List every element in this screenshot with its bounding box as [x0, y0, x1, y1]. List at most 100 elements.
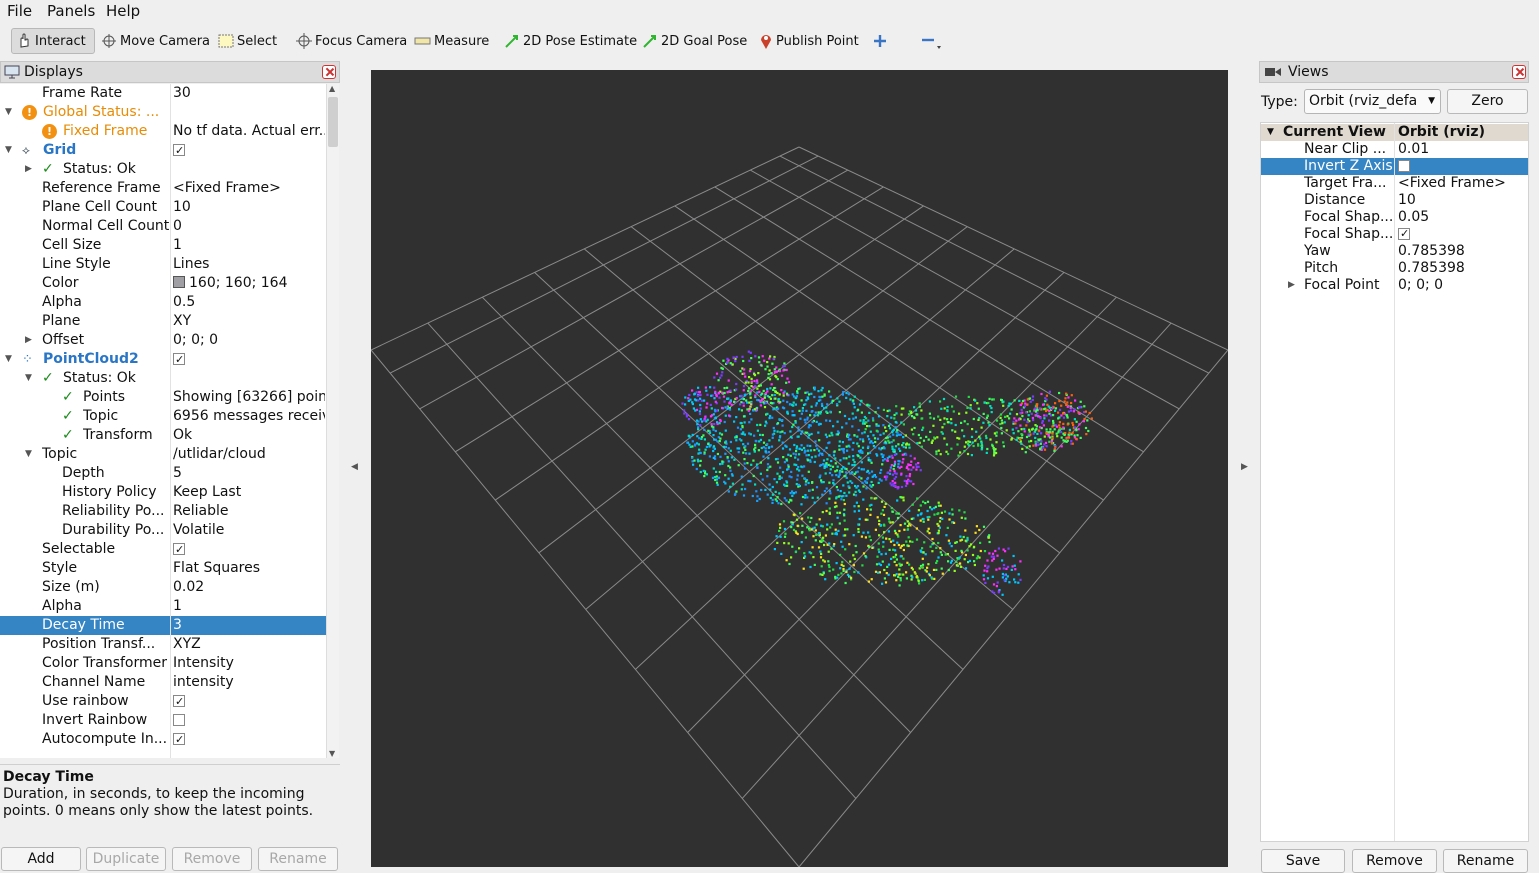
scroll-thumb[interactable] [328, 97, 338, 147]
displays-scrollbar[interactable]: ▲ ▼ [326, 84, 339, 758]
cloud-point [809, 460, 812, 463]
tree-row[interactable]: Plane Cell Count 10 [0, 198, 326, 217]
tree-row[interactable]: Yaw 0.785398 [1261, 243, 1528, 260]
tree-row[interactable]: Durability Po... Volatile [0, 521, 326, 540]
tree-row[interactable]: Size (m) 0.02 [0, 578, 326, 597]
selectable-checkbox[interactable] [173, 540, 185, 559]
menu-file[interactable]: File [7, 2, 32, 20]
save-view-button[interactable]: Save [1261, 849, 1345, 873]
tree-row[interactable]: Color 160; 160; 164 [0, 274, 326, 293]
right-splitter-handle[interactable]: ▶ [1241, 462, 1248, 472]
tree-row[interactable]: Style Flat Squares [0, 559, 326, 578]
expand-arrow-icon[interactable]: ▼ [25, 445, 32, 464]
add-button[interactable]: Add [1, 847, 81, 871]
tree-row[interactable]: Distance 10 [1261, 192, 1528, 209]
add-tool-button[interactable] [869, 28, 894, 54]
expand-arrow-icon[interactable]: ▼ [5, 103, 12, 122]
tree-row[interactable]: Depth 5 [0, 464, 326, 483]
focal-shape-checkbox[interactable] [1398, 226, 1410, 242]
tree-row-header[interactable]: ▼ Current View Orbit (rviz) [1261, 124, 1528, 141]
tree-row[interactable]: History Policy Keep Last [0, 483, 326, 502]
tree-row[interactable]: Position Transf... XYZ [0, 635, 326, 654]
autocompute-checkbox[interactable] [173, 730, 185, 749]
pointcloud-enabled-checkbox[interactable] [173, 350, 185, 369]
tree-row[interactable]: ✓Topic6956 messages receiv... [0, 407, 326, 426]
publish-point-tool-button[interactable]: Publish Point [755, 28, 863, 54]
tree-row-selected[interactable]: Decay Time 3 [0, 616, 326, 635]
color-swatch[interactable] [173, 276, 185, 288]
tree-row[interactable]: ▶ Focal Point 0; 0; 0 [1261, 277, 1528, 294]
tree-row[interactable]: Channel Name intensity [0, 673, 326, 692]
left-splitter-handle[interactable]: ◀ [351, 462, 358, 472]
tree-row[interactable]: Plane XY [0, 312, 326, 331]
tree-row[interactable]: Focal Shap... 0.05 [1261, 209, 1528, 226]
scroll-up-icon[interactable]: ▲ [329, 84, 335, 93]
tree-row-selected[interactable]: Invert Z Axis [1261, 158, 1528, 175]
tree-row[interactable]: Pitch 0.785398 [1261, 260, 1528, 277]
tree-row[interactable]: Autocompute In... [0, 730, 326, 749]
close-icon[interactable] [1512, 65, 1526, 79]
tree-row[interactable]: Use rainbow [0, 692, 326, 711]
expand-arrow-icon[interactable]: ▶ [1288, 277, 1295, 294]
remove-display-button[interactable]: Remove [172, 847, 252, 871]
tree-row[interactable]: ! Fixed Frame No tf data. Actual err... [0, 122, 326, 141]
menu-panels[interactable]: Panels [47, 2, 95, 20]
tree-row[interactable]: Alpha 1 [0, 597, 326, 616]
expand-arrow-icon[interactable]: ▼ [5, 350, 12, 369]
tree-row[interactable]: Frame Rate 30 [0, 84, 326, 103]
invert-z-checkbox[interactable] [1398, 160, 1410, 172]
rename-display-button[interactable]: Rename [258, 847, 338, 871]
rename-view-button[interactable]: Rename [1443, 849, 1528, 873]
tree-row[interactable]: ▶ ✓ Status: Ok [0, 160, 326, 179]
zero-button[interactable]: Zero [1447, 89, 1528, 114]
cloud-point [795, 450, 798, 453]
tree-row[interactable]: ✓ Points Showing [63266] poin... [0, 388, 326, 407]
tree-row[interactable]: Near Clip ... 0.01 [1261, 141, 1528, 158]
duplicate-button[interactable]: Duplicate [86, 847, 166, 871]
view-type-select[interactable]: Orbit (rviz_default▼ [1304, 89, 1441, 114]
expand-arrow-icon[interactable]: ▶ [25, 331, 32, 350]
tree-row[interactable]: Invert Rainbow [0, 711, 326, 730]
pose-estimate-tool-button[interactable]: 2D Pose Estimate [500, 28, 641, 54]
use-rainbow-checkbox[interactable] [173, 692, 185, 711]
tree-row[interactable]: Line Style Lines [0, 255, 326, 274]
move-camera-tool-button[interactable]: Move Camera [97, 28, 214, 54]
3d-viewport[interactable] [371, 70, 1228, 867]
tree-row[interactable]: Reliability Po... Reliable [0, 502, 326, 521]
tree-row[interactable]: ▼ Topic/utlidar/cloud [0, 445, 326, 464]
tree-row[interactable]: ✓ Transform Ok [0, 426, 326, 445]
goal-pose-tool-button[interactable]: 2D Goal Pose [638, 28, 751, 54]
expand-arrow-icon[interactable]: ▶ [25, 160, 32, 179]
tree-row[interactable]: Selectable [0, 540, 326, 559]
tree-row[interactable]: ▼ ⟡ Grid [0, 141, 326, 160]
tree-row[interactable]: ▼ ⁘ PointCloud2 [0, 350, 326, 369]
tree-row[interactable]: ▼! Global Status: ... [0, 103, 326, 122]
displays-tree[interactable]: Frame Rate 30 ▼! Global Status: ... ! Fixed… [0, 84, 326, 758]
invert-rainbow-checkbox[interactable] [173, 714, 185, 726]
remove-tool-button[interactable] [917, 28, 950, 54]
select-tool-button[interactable]: Select [214, 28, 281, 54]
measure-tool-button[interactable]: Measure [410, 28, 493, 54]
tree-row[interactable]: Alpha 0.5 [0, 293, 326, 312]
scroll-down-icon[interactable]: ▼ [329, 749, 335, 758]
expand-arrow-icon[interactable]: ▼ [25, 369, 32, 388]
grid-enabled-checkbox[interactable] [173, 141, 185, 160]
close-icon[interactable] [322, 65, 336, 79]
interact-tool-button[interactable]: Interact [11, 28, 95, 54]
tree-row[interactable]: Color Transformer Intensity [0, 654, 326, 673]
tree-row[interactable]: Normal Cell Count 0 [0, 217, 326, 236]
tree-row[interactable]: Focal Shap... [1261, 226, 1528, 243]
tree-row[interactable]: Cell Size 1 [0, 236, 326, 255]
menu-help[interactable]: Help [106, 2, 140, 20]
tree-row[interactable]: ▼ ✓ Status: Ok [0, 369, 326, 388]
tree-row[interactable]: Target Fra... <Fixed Frame> [1261, 175, 1528, 192]
viewport-canvas[interactable] [371, 70, 1228, 867]
cloud-point [895, 472, 898, 475]
expand-arrow-icon[interactable]: ▼ [1267, 124, 1274, 141]
remove-view-button[interactable]: Remove [1352, 849, 1437, 873]
tree-row[interactable]: Reference Frame <Fixed Frame> [0, 179, 326, 198]
focus-camera-tool-button[interactable]: Focus Camera [292, 28, 411, 54]
expand-arrow-icon[interactable]: ▼ [5, 141, 12, 160]
tree-row[interactable]: ▶ Offset 0; 0; 0 [0, 331, 326, 350]
views-tree[interactable]: ▼ Current View Orbit (rviz) Near Clip ... 0… [1260, 122, 1529, 842]
